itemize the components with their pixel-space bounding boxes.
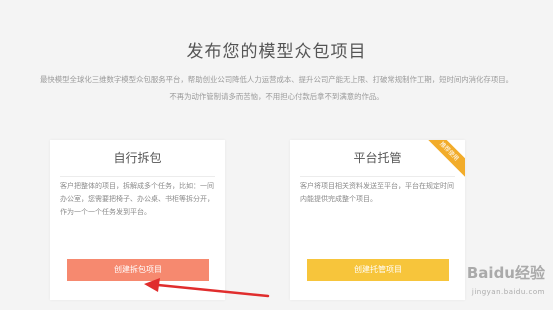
watermark-main: Baidu经验 (466, 264, 545, 282)
watermark: Baidu经验 jingyan.baidu.com (418, 262, 553, 310)
watermark-sub: jingyan.baidu.com (471, 288, 545, 296)
